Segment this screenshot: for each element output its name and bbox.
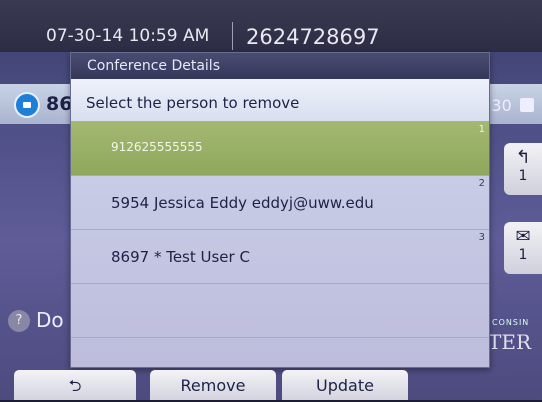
update-button[interactable]: Update (282, 370, 408, 400)
bottom-left-label[interactable]: Do (36, 308, 64, 332)
phone-back-icon: ↰ (515, 147, 531, 168)
phone-number: 2624728697 (246, 25, 380, 49)
participant-label: 5954 Jessica Eddy eddyj@uww.edu (111, 194, 374, 212)
voicemail-button[interactable]: ✉ 1 (504, 222, 542, 274)
participant-label: 8697 * Test User C (111, 248, 250, 266)
participant-index: 1 (478, 124, 485, 135)
participant-label: 912625555555 (111, 140, 203, 154)
back-button[interactable]: ⮌ (14, 370, 136, 400)
remove-button[interactable]: Remove (150, 370, 276, 400)
conference-details-dialog: Conference Details Select the person to … (70, 52, 490, 368)
recent-calls-count: 1 (518, 168, 528, 184)
phone-screen: 07-30-14 10:59 AM 2624728697 86 :30 ↰ 1 … (0, 0, 542, 400)
status-divider (232, 22, 233, 50)
recent-calls-button[interactable]: ↰ 1 (504, 143, 542, 195)
status-bar: 07-30-14 10:59 AM 2624728697 (0, 0, 542, 52)
participant-index: 2 (478, 178, 485, 189)
dialog-prompt: Select the person to remove (71, 79, 489, 121)
participant-row-2[interactable]: 5954 Jessica Eddy eddyj@uww.edu 2 (71, 175, 489, 229)
video-line-icon (14, 92, 40, 118)
voicemail-icon: ✉ (515, 226, 531, 247)
line-label[interactable]: 86 (46, 93, 72, 115)
video-icon (520, 98, 534, 112)
dialog-title: Conference Details (71, 53, 489, 79)
brand-small-text: CONSIN (492, 318, 530, 327)
brand-large-text: TER (488, 330, 531, 354)
participant-row-empty (71, 283, 489, 337)
dnd-icon: ? (8, 310, 30, 332)
voicemail-count: 1 (518, 247, 528, 263)
participant-row-3[interactable]: 8697 * Test User C 3 (71, 229, 489, 283)
participant-row-empty (71, 337, 489, 367)
datetime: 07-30-14 10:59 AM (46, 26, 210, 46)
back-arrow-icon: ⮌ (68, 376, 82, 395)
participant-row-1[interactable]: 912625555555 1 (71, 121, 489, 175)
participant-index: 3 (478, 232, 485, 243)
